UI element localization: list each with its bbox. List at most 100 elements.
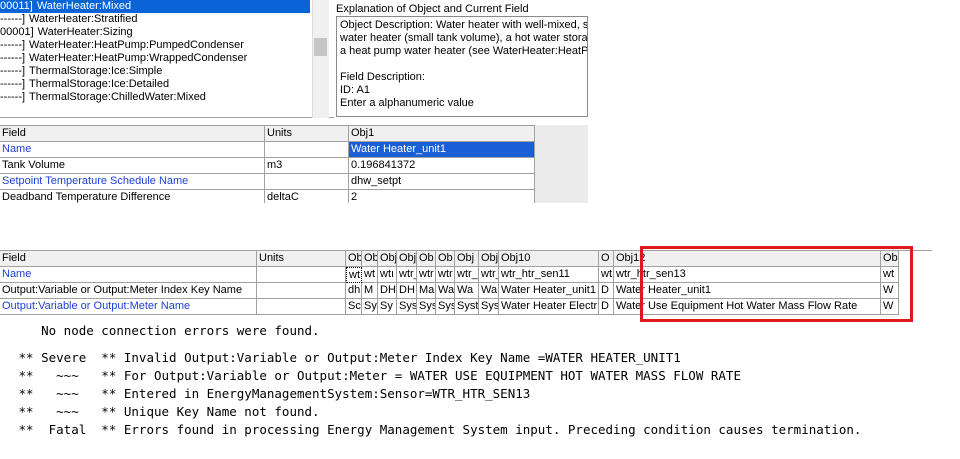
grid-header-units[interactable]: Units (265, 126, 349, 142)
object-field-grid-top[interactable]: Field Units Obj1 Name Water Heater_unit1 Tank… (0, 125, 588, 203)
explanation-line: Object Description: Water heater with we… (340, 19, 588, 31)
grid-empty-area (535, 125, 588, 203)
obj-value-cell[interactable]: Ma (417, 283, 436, 299)
class-list-item-count: ------] (0, 65, 26, 77)
error-log-line: ** ~~~ ** Entered in EnergyManagementSys… (11, 386, 531, 401)
class-list-item[interactable]: ------] WaterHeater:Stratified (0, 13, 137, 26)
class-list-item[interactable]: 00011] WaterHeater:Mixed (0, 0, 310, 13)
obj-value-cell[interactable]: wtr_ (479, 267, 499, 283)
units-cell (257, 299, 346, 315)
class-list-item-count: 00001] (0, 26, 34, 38)
grid-header-obj-column[interactable]: Obj (397, 251, 417, 267)
obj-value-cell[interactable]: wtr (417, 267, 436, 283)
obj-value-cell[interactable]: Sys (436, 299, 455, 315)
class-list-item-label: WaterHeater:Stratified (29, 13, 138, 25)
red-highlight-box (640, 246, 913, 322)
units-cell (265, 142, 349, 158)
class-list-item[interactable]: 00001] WaterHeater:Sizing (0, 26, 133, 39)
obj10-value-cell[interactable]: Water Heater Electr (499, 299, 599, 315)
units-cell (265, 174, 349, 190)
grid-header-obj-column[interactable]: Obj (378, 251, 397, 267)
obj1-value-cell[interactable]: Water Heater_unit1 (349, 142, 535, 158)
obj-value-cell[interactable]: DH (397, 283, 417, 299)
error-log-line: ** Severe ** Invalid Output:Variable or … (11, 350, 681, 365)
obj-value-cell[interactable]: Sy (362, 299, 378, 315)
grid-header-field[interactable]: Field (0, 126, 265, 142)
field-name-cell[interactable]: Tank Volume (0, 158, 265, 174)
explanation-text-box: Object Description: Water heater with we… (336, 16, 588, 117)
obj-value-cell[interactable]: Sys (417, 299, 436, 315)
class-list-item-count: ------] (0, 13, 26, 25)
field-name-cell[interactable]: Output:Variable or Output:Meter Name (0, 299, 257, 315)
class-list-item-label: ThermalStorage:Ice:Simple (29, 65, 163, 77)
obj1-value-cell[interactable]: 2 (349, 190, 535, 203)
obj-value-cell[interactable]: Wa (479, 283, 499, 299)
class-list-item-count: ------] (0, 91, 26, 103)
obj-value-cell[interactable]: DH (378, 283, 397, 299)
class-list-item[interactable]: ------] ThermalStorage:Ice:Detailed (0, 78, 169, 91)
field-name-cell[interactable]: Name (0, 142, 265, 158)
explanation-line (340, 58, 584, 71)
class-list-item-label: WaterHeater:HeatPump:WrappedCondenser (29, 52, 248, 64)
class-list-item-label: WaterHeater:Mixed (36, 0, 132, 12)
obj-value-cell[interactable]: dh (346, 283, 362, 299)
class-list-item-label: ThermalStorage:ChilledWater:Mixed (29, 91, 206, 103)
class-list-item-count: ------] (0, 78, 26, 90)
obj-value-cell[interactable]: Sc (346, 299, 362, 315)
obj-value-cell[interactable]: wtr_ (397, 267, 417, 283)
class-list-scrollbar[interactable] (312, 0, 329, 118)
class-list-item[interactable]: ------] WaterHeater:HeatPump:PumpedConden… (0, 39, 244, 52)
obj-value-cell[interactable]: wtr (436, 267, 455, 283)
class-list-item-count: 00011] (0, 0, 33, 12)
obj10-value-cell[interactable]: wtr_htr_sen11 (499, 267, 599, 283)
obj-value-cell[interactable]: wtı (346, 267, 362, 283)
units-cell (257, 267, 346, 283)
obj11-value-cell[interactable]: D (599, 299, 614, 315)
class-list-item[interactable]: ------] WaterHeater:HeatPump:WrappedConde… (0, 52, 247, 65)
units-cell (257, 283, 346, 299)
grid-header-obj1[interactable]: Obj1 (349, 126, 535, 142)
explanation-line: a heat pump water heater (see WaterHeate… (340, 45, 588, 57)
grid-header-obj-column[interactable]: Ob (417, 251, 436, 267)
grid-header-obj-column[interactable]: Obj (479, 251, 499, 267)
explanation-title: Explanation of Object and Current Field (336, 3, 529, 15)
object-class-list[interactable]: 00011] WaterHeater:Mixed ------] WaterHeate… (0, 0, 334, 118)
obj11-value-cell[interactable]: D (599, 283, 614, 299)
obj10-value-cell[interactable]: Water Heater_unit1 (499, 283, 599, 299)
class-list-item[interactable]: ------] ThermalStorage:Ice:Simple (0, 65, 162, 78)
grid-header-field[interactable]: Field (0, 251, 257, 267)
grid-header-units[interactable]: Units (257, 251, 346, 267)
field-name-cell[interactable]: Deadband Temperature Difference (0, 190, 265, 203)
obj-value-cell[interactable]: Wa (455, 283, 479, 299)
grid-header-obj11[interactable]: O (599, 251, 614, 267)
obj-value-cell[interactable]: Sys (397, 299, 417, 315)
obj-value-cell[interactable]: M (362, 283, 378, 299)
class-list-item[interactable]: ------] ThermalStorage:ChilledWater:Mixed (0, 91, 206, 104)
field-name-cell[interactable]: Name (0, 267, 257, 283)
obj-value-cell[interactable]: Wa (436, 283, 455, 299)
class-list-item-count: ------] (0, 52, 26, 64)
grid-header-obj-column[interactable]: Ob (362, 251, 378, 267)
class-list-item-count: ------] (0, 39, 26, 51)
error-log-line: ** Fatal ** Errors found in processing E… (11, 422, 862, 437)
units-cell: m3 (265, 158, 349, 174)
grid-header-obj10[interactable]: Obj10 (499, 251, 599, 267)
field-name-cell[interactable]: Output:Variable or Output:Meter Index Ke… (0, 283, 257, 299)
obj-value-cell[interactable]: Syst (455, 299, 479, 315)
class-list-item-label: ThermalStorage:Ice:Detailed (29, 78, 170, 90)
obj-value-cell[interactable]: Sy (378, 299, 397, 315)
grid-header-obj-column[interactable]: Obj (455, 251, 479, 267)
obj-value-cell[interactable]: wtı (378, 267, 397, 283)
explanation-line: ID: A1 (340, 84, 370, 96)
obj-value-cell[interactable]: wt (362, 267, 378, 283)
grid-header-obj-column[interactable]: Ob (436, 251, 455, 267)
field-name-cell[interactable]: Setpoint Temperature Schedule Name (0, 174, 265, 190)
class-list-item-label: WaterHeater:HeatPump:PumpedCondenser (29, 39, 244, 51)
class-list-scrollbar-thumb[interactable] (314, 38, 327, 56)
obj-value-cell[interactable]: wtr_ (455, 267, 479, 283)
grid-header-obj-column[interactable]: Ob (346, 251, 362, 267)
obj-value-cell[interactable]: Sys (479, 299, 499, 315)
obj1-value-cell[interactable]: dhw_setpt (349, 174, 535, 190)
obj1-value-cell[interactable]: 0.196841372 (349, 158, 535, 174)
obj11-value-cell[interactable]: wt (599, 267, 614, 283)
